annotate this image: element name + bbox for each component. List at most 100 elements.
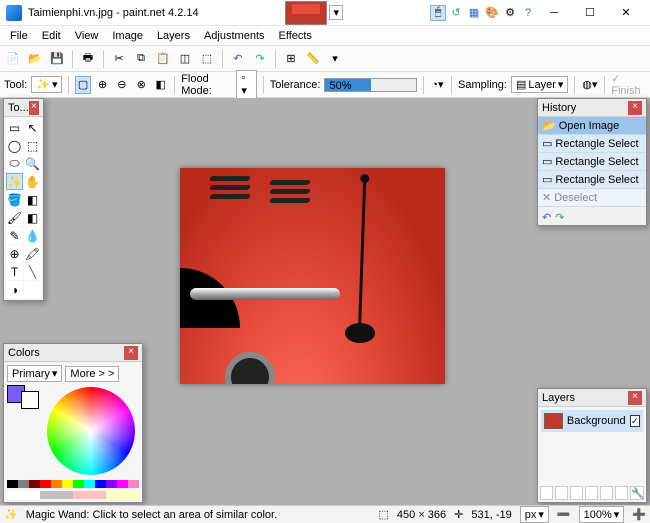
fill-icon[interactable]: ◍▾ — [581, 76, 598, 94]
menu-layers[interactable]: Layers — [151, 28, 196, 44]
zoom-dropdown[interactable]: 100% ▾ — [579, 506, 625, 523]
tool-lasso[interactable]: ◯ — [6, 137, 23, 154]
tool-brush[interactable]: 🖌 — [6, 209, 23, 226]
swatch[interactable] — [7, 491, 40, 499]
history-close[interactable]: × — [628, 101, 642, 115]
history-window-toggle[interactable]: ↺ — [448, 5, 464, 21]
paste-icon[interactable]: 📋 — [154, 50, 172, 68]
close-button[interactable]: ✕ — [608, 2, 644, 24]
layer-down[interactable] — [615, 486, 628, 500]
swatch[interactable] — [40, 491, 73, 499]
layer-merge[interactable] — [585, 486, 598, 500]
palette-row-1[interactable] — [7, 480, 139, 488]
workspace[interactable]: To...× ▭ ↖ ◯ ⬚ ⬭ 🔍 ✨ ✋ 🪣 ◧ 🖌 ◧ ✎ 💧 ⊕ 🖍 T… — [0, 98, 650, 505]
menu-view[interactable]: View — [69, 28, 105, 44]
swatch[interactable] — [106, 491, 139, 499]
layers-close[interactable]: × — [628, 391, 642, 405]
grid-icon[interactable]: ⊞ — [282, 50, 300, 68]
tool-clone[interactable]: ⊕ — [6, 245, 23, 262]
tool-move[interactable]: ↖ — [24, 119, 41, 136]
tool-text[interactable]: T — [6, 263, 23, 280]
history-list[interactable]: 📂Open Image▭Rectangle Select▭Rectangle S… — [538, 117, 646, 209]
new-icon[interactable]: 📄 — [4, 50, 22, 68]
tool-zoom[interactable]: 🔍 — [24, 155, 41, 172]
tool-shapes[interactable]: ◑ — [6, 281, 23, 298]
tools-close[interactable]: × — [29, 101, 39, 115]
deselect-icon[interactable]: ⬚ — [198, 50, 216, 68]
zoom-out-icon[interactable]: ➖ — [557, 508, 571, 521]
minimize-button[interactable]: ─ — [536, 2, 572, 24]
swatch[interactable] — [73, 491, 106, 499]
zoom-in-icon[interactable]: ➕ — [632, 508, 646, 521]
swatch[interactable] — [29, 480, 40, 488]
tool-picker[interactable]: ✨▾ — [31, 76, 62, 93]
swatch[interactable] — [51, 480, 62, 488]
swatch[interactable] — [7, 480, 18, 488]
redo-icon[interactable]: ↷ — [251, 50, 269, 68]
maximize-button[interactable]: ☐ — [572, 2, 608, 24]
layer-item[interactable]: Background ✓ — [541, 410, 643, 432]
flood-mode-picker[interactable]: ▫ ▾ — [236, 70, 256, 99]
copy-icon[interactable]: ⧉ — [132, 50, 150, 68]
history-item[interactable]: ▭Rectangle Select — [538, 153, 646, 171]
color-wheel[interactable] — [47, 387, 135, 475]
tool-picker[interactable]: 💧 — [24, 227, 41, 244]
swatch[interactable] — [18, 480, 29, 488]
selmode-intersect[interactable]: ⊗ — [134, 76, 149, 94]
colors-window-toggle[interactable]: 🎨 — [484, 5, 500, 21]
swatch[interactable] — [40, 480, 51, 488]
layer-visible-checkbox[interactable]: ✓ — [630, 415, 640, 427]
document-thumbnail[interactable] — [285, 1, 327, 25]
selmode-add[interactable]: ⊕ — [95, 76, 110, 94]
layer-props[interactable]: 🔧 — [630, 486, 644, 500]
layer-delete[interactable] — [555, 486, 568, 500]
settings-icon[interactable]: ⚙ — [502, 5, 518, 21]
tool-fill[interactable]: 🪣 — [6, 191, 23, 208]
help-icon[interactable]: ? — [520, 5, 536, 21]
layer-duplicate[interactable] — [570, 486, 583, 500]
menu-image[interactable]: Image — [106, 28, 149, 44]
history-item[interactable]: ✕Deselect — [538, 189, 646, 207]
swatch[interactable] — [73, 480, 84, 488]
swatch[interactable] — [117, 480, 128, 488]
swatch[interactable] — [106, 480, 117, 488]
menu-adjustments[interactable]: Adjustments — [198, 28, 271, 44]
layer-up[interactable] — [600, 486, 613, 500]
tool-pencil[interactable]: ✎ — [6, 227, 23, 244]
thumbnail-dropdown[interactable]: ▾ — [329, 5, 343, 20]
open-icon[interactable]: 📂 — [26, 50, 44, 68]
history-undo-icon[interactable]: ↶ — [542, 211, 551, 223]
tool-line[interactable]: ╲ — [24, 263, 41, 280]
undo-icon[interactable]: ↶ — [229, 50, 247, 68]
swatch[interactable] — [84, 480, 95, 488]
history-item[interactable]: 📂Open Image — [538, 117, 646, 135]
antialias-icon[interactable]: ◔▾ — [430, 76, 445, 94]
tool-pan[interactable]: ✋ — [24, 173, 41, 190]
primary-secondary-dropdown[interactable]: Primary ▾ — [7, 365, 62, 382]
sampling-picker[interactable]: ▤ Layer ▾ — [511, 76, 568, 93]
tool-eraser[interactable]: ◧ — [24, 209, 41, 226]
history-item[interactable]: ▭Rectangle Select — [538, 171, 646, 189]
layers-window-toggle[interactable]: ▦ — [466, 5, 482, 21]
menu-file[interactable]: File — [4, 28, 34, 44]
tool-rect-select[interactable]: ▭ — [6, 119, 23, 136]
print-icon[interactable]: 🖶 — [79, 50, 97, 68]
zoom-dropdown[interactable]: ▾ — [326, 50, 344, 68]
palette-row-2[interactable] — [7, 491, 139, 499]
swatch[interactable] — [95, 480, 106, 488]
selmode-replace[interactable]: ▢ — [75, 76, 90, 94]
menu-edit[interactable]: Edit — [36, 28, 67, 44]
menu-effects[interactable]: Effects — [273, 28, 318, 44]
cut-icon[interactable]: ✂ — [110, 50, 128, 68]
history-redo-icon[interactable]: ↷ — [555, 211, 564, 223]
tool-ellipse-select[interactable]: ⬭ — [6, 155, 23, 172]
history-item[interactable]: ▭Rectangle Select — [538, 135, 646, 153]
canvas[interactable] — [180, 168, 445, 384]
tool-gradient[interactable]: ◧ — [24, 191, 41, 208]
ruler-icon[interactable]: 📏 — [304, 50, 322, 68]
units-dropdown[interactable]: px ▾ — [520, 506, 549, 523]
selmode-invert[interactable]: ◧ — [153, 76, 168, 94]
tolerance-slider[interactable]: 50% — [324, 78, 416, 92]
layer-add[interactable] — [540, 486, 553, 500]
swatch[interactable] — [128, 480, 139, 488]
